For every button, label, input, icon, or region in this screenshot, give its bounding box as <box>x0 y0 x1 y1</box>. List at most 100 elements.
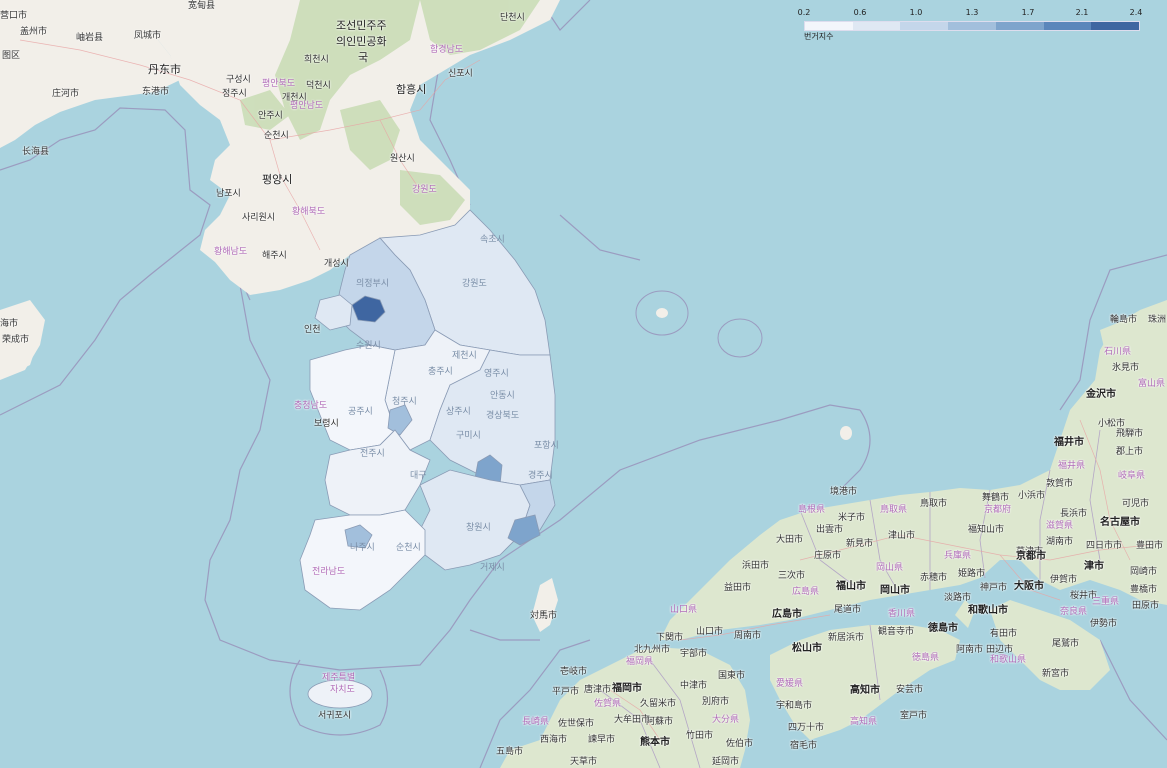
label-tottori: 鳥取市 <box>920 499 948 509</box>
label-amakusa: 天草市 <box>570 757 598 767</box>
label-seogwipo: 서귀포시 <box>318 711 352 721</box>
label-nagoya: 名古屋市 <box>1100 517 1140 528</box>
label-saga: 佐賀県 <box>594 699 622 709</box>
label-niimi: 新見市 <box>846 539 874 549</box>
label-kobe: 神戸市 <box>980 583 1008 593</box>
label-nampo: 남포시 <box>216 189 241 199</box>
label-awaji: 淡路市 <box>944 593 972 603</box>
label-obama: 小浜市 <box>1018 491 1046 501</box>
legend-tick: 1.7 <box>1021 8 1035 17</box>
label-oita: 大分県 <box>712 715 740 725</box>
label-gangwon-s: 강원도 <box>462 279 487 289</box>
label-nakatsu: 中津市 <box>680 681 708 691</box>
label-hida: 飛騨市 <box>1116 429 1144 439</box>
legend: 0.2 0.6 1.0 1.3 1.7 2.1 2.4 번거지수 <box>797 8 1143 41</box>
label-huichon: 희천시 <box>304 55 329 65</box>
label-miyoshi: 三次市 <box>778 571 806 581</box>
label-uijeongbu: 의정부시 <box>356 279 390 289</box>
label-tokushima: 徳島市 <box>928 623 958 634</box>
label-shimonoseki: 下関市 <box>656 633 684 643</box>
label-yonago: 米子市 <box>838 513 866 523</box>
label-uwajima: 宇和島市 <box>776 701 813 711</box>
label-incheon: 인천 <box>304 325 321 335</box>
label-sangju: 상주시 <box>446 407 471 417</box>
label-toyohashi: 豊橋市 <box>1130 585 1158 595</box>
label-ise: 伊勢市 <box>1090 619 1118 629</box>
label-kanonji: 観音寺市 <box>878 627 915 637</box>
label-yeongju: 영주시 <box>484 369 509 379</box>
legend-caption: 번거지수 <box>804 32 834 41</box>
label-kochi: 高知市 <box>850 685 880 696</box>
label-suzu: 珠洲 <box>1148 315 1167 325</box>
label-china-2: 盖州市 <box>20 27 48 37</box>
label-osaka: 大阪市 <box>1014 581 1044 592</box>
label-dandong: 丹东市 <box>148 63 181 76</box>
label-hwanghaebuk: 황해북도 <box>292 207 326 217</box>
label-toyama: 富山県 <box>1138 379 1166 389</box>
label-kani: 可児市 <box>1122 499 1150 509</box>
label-tokushima-pref: 徳島県 <box>912 653 940 663</box>
label-jongju: 정주시 <box>222 89 247 99</box>
label-chungju: 충주시 <box>428 367 453 377</box>
legend-tick: 0.2 <box>797 8 811 17</box>
label-suwon: 수원시 <box>356 341 381 351</box>
label-kyoto-pref: 京都府 <box>984 505 1012 515</box>
label-nagasaki-pref: 長崎県 <box>522 717 550 727</box>
legend-tick: 2.4 <box>1129 8 1143 17</box>
legend-color-segment <box>900 22 949 30</box>
label-tottori-pref: 鳥取県 <box>880 505 908 515</box>
label-tsu: 津市 <box>1084 561 1104 572</box>
label-changhai: 长海县 <box>22 147 50 157</box>
label-saiki: 佐伯市 <box>726 739 754 749</box>
label-okazaki: 岡崎市 <box>1130 567 1158 577</box>
label-cheongju: 청주시 <box>392 397 417 407</box>
label-changwon: 창원시 <box>466 523 491 533</box>
legend-tick: 0.6 <box>853 8 867 17</box>
label-shimane: 島根県 <box>798 505 826 515</box>
label-daegu: 대구 <box>410 471 427 481</box>
label-naju: 나주시 <box>350 543 375 553</box>
label-fukuoka-pref: 福岡県 <box>626 657 654 667</box>
label-kurume: 久留米市 <box>640 699 677 709</box>
label-zhuanghe: 庄河市 <box>52 89 80 99</box>
label-goto: 五島市 <box>496 747 524 757</box>
label-beppu: 別府市 <box>702 697 730 707</box>
label-jecheon: 제천시 <box>452 351 477 361</box>
label-mie: 三重県 <box>1092 597 1120 607</box>
label-wakayama-pref: 和歌山県 <box>990 655 1027 665</box>
label-pohang: 포항시 <box>534 441 559 451</box>
legend-color-segment <box>852 22 901 30</box>
label-geoje: 거제시 <box>480 563 505 573</box>
label-ako: 赤穂市 <box>920 573 948 583</box>
label-iga: 伊賀市 <box>1050 575 1078 585</box>
label-jeonju: 전주시 <box>360 449 385 459</box>
label-pyonganbuk: 평안북도 <box>262 79 296 89</box>
label-okayama-pref: 岡山県 <box>876 563 904 573</box>
label-shingu: 新宮市 <box>1042 669 1070 679</box>
label-china-4: 凤城市 <box>134 31 162 41</box>
label-sinpo: 신포시 <box>448 69 473 79</box>
label-yokkaichi: 四日市市 <box>1086 541 1123 551</box>
label-weihai: 海市 <box>0 319 19 329</box>
label-jeju-2: 자치도 <box>330 685 355 695</box>
label-owase: 尾鷲市 <box>1052 639 1080 649</box>
label-nagahama: 長浜市 <box>1060 509 1088 519</box>
legend-color-segment <box>948 22 996 30</box>
label-gyeongju: 경주시 <box>528 471 553 481</box>
label-hiroshima-pref: 広島県 <box>792 587 820 597</box>
label-gujo: 郡上市 <box>1116 447 1144 457</box>
label-kyoto: 京都市 <box>1016 551 1046 562</box>
label-sasebo: 佐世保市 <box>558 719 595 729</box>
label-gumi: 구미시 <box>456 431 481 441</box>
label-tahara: 田原市 <box>1132 601 1160 611</box>
label-karatsu: 唐津市 <box>584 685 612 695</box>
label-donggang: 东港市 <box>142 87 170 97</box>
label-rongcheng: 荣成市 <box>2 335 30 345</box>
label-jeonnam: 전라남도 <box>312 567 346 577</box>
label-kusong: 구성시 <box>226 75 251 85</box>
label-pyongannam: 평안남도 <box>290 101 324 111</box>
label-shiga: 滋賀県 <box>1046 521 1074 531</box>
label-haeju: 해주시 <box>262 251 287 261</box>
label-nk-1: 조선민주주 <box>336 19 387 32</box>
label-tokchon: 덕천시 <box>306 81 331 91</box>
